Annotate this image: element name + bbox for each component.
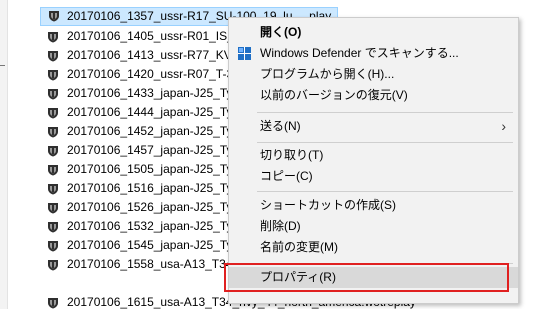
file-name: 20170106_1526_japan-J25_Type	[67, 200, 246, 214]
list-item[interactable]: 20170106_1433_japan-J25_Type	[41, 84, 252, 103]
file-name: 20170106_1558_usa-A13_T34_h	[67, 257, 246, 271]
menu-item-label: ショートカットの作成(S)	[260, 198, 396, 212]
menu-item-copy[interactable]: コピー(C)	[229, 166, 518, 187]
tree-connector	[0, 65, 5, 66]
menu-item-label: 開く(O)	[260, 25, 302, 39]
wot-replay-icon	[47, 182, 59, 195]
wot-replay-icon	[47, 68, 59, 81]
file-name: 20170106_1516_japan-J25_Type	[67, 181, 246, 195]
file-name: 20170106_1457_japan-J25_Type	[67, 143, 246, 157]
wot-replay-icon	[47, 106, 59, 119]
list-item[interactable]: 20170106_1505_japan-J25_Type	[41, 160, 252, 179]
wot-replay-icon	[47, 296, 59, 309]
wot-replay-icon	[47, 258, 59, 271]
file-name: 20170106_1532_japan-J25_Type	[67, 219, 246, 233]
menu-item-label: 切り取り(T)	[260, 148, 324, 162]
list-item[interactable]: 20170106_1532_japan-J25_Type	[41, 217, 252, 236]
menu-item-create-shortcut[interactable]: ショートカットの作成(S)	[229, 195, 518, 216]
wot-replay-icon	[47, 239, 59, 252]
left-pane-edge	[0, 0, 7, 309]
wot-replay-icon	[48, 10, 60, 22]
wot-replay-icon	[47, 144, 59, 157]
menu-item-label: プログラムから開く(H)...	[260, 67, 395, 81]
wot-replay-icon	[47, 201, 59, 214]
list-item[interactable]: 20170106_1420_ussr-R07_T-34-	[41, 65, 250, 84]
menu-item-defender-scan[interactable]: Windows Defender でスキャンする...	[229, 43, 518, 64]
file-name: 20170106_1505_japan-J25_Type	[67, 162, 246, 176]
list-item[interactable]: 20170106_1405_ussr-R01_IS_84_	[41, 27, 260, 46]
menu-item-label: 以前のバージョンの復元(V)	[260, 88, 408, 102]
list-item[interactable]: 20170106_1457_japan-J25_Type	[41, 141, 252, 160]
file-name: 20170106_1545_japan-J25_Type	[67, 238, 246, 252]
list-item[interactable]: 20170106_1516_japan-J25_Type	[41, 179, 252, 198]
menu-item-label: 削除(D)	[260, 219, 301, 233]
file-name: 20170106_1405_ussr-R01_IS_84_	[67, 29, 254, 43]
menu-separator	[257, 142, 513, 143]
file-name: 20170106_1413_ussr-R77_KV2_2	[67, 48, 252, 62]
menu-item-delete[interactable]: 削除(D)	[229, 216, 518, 237]
list-item[interactable]: 20170106_1558_usa-A13_T34_h	[41, 255, 252, 274]
file-name: 20170106_1444_japan-J25_Type	[67, 105, 246, 119]
list-item[interactable]: 20170106_1452_japan-J25_Type	[41, 122, 252, 141]
list-item[interactable]: 20170106_1545_japan-J25_Type	[41, 236, 252, 255]
file-name: 20170106_1452_japan-J25_Type	[67, 124, 246, 138]
menu-item-restore-versions[interactable]: 以前のバージョンの復元(V)	[229, 85, 518, 106]
wot-replay-icon	[47, 30, 59, 43]
menu-separator	[257, 112, 513, 113]
wot-replay-icon	[47, 125, 59, 138]
wot-replay-icon	[47, 49, 59, 62]
menu-item-label: Windows Defender でスキャンする...	[260, 46, 459, 60]
menu-item-open-with[interactable]: プログラムから開く(H)...	[229, 64, 518, 85]
menu-item-label: 送る(N)	[260, 119, 301, 133]
menu-separator	[257, 191, 513, 192]
menu-item-cut[interactable]: 切り取り(T)	[229, 145, 518, 166]
context-menu[interactable]: 開く(O) Windows Defender でスキャンする... プログラムか…	[228, 17, 519, 304]
list-item[interactable]: 20170106_1526_japan-J25_Type	[41, 198, 252, 217]
menu-item-send-to[interactable]: 送る(N) ›	[229, 116, 518, 137]
menu-item-label: 名前の変更(M)	[260, 240, 338, 254]
annotation-highlight-box	[224, 263, 509, 292]
wot-replay-icon	[47, 220, 59, 233]
list-item[interactable]: 20170106_1413_ussr-R77_KV2_2	[41, 46, 258, 65]
wot-replay-icon	[47, 87, 59, 100]
windows-defender-icon	[237, 46, 252, 61]
menu-item-rename[interactable]: 名前の変更(M)	[229, 237, 518, 258]
wot-replay-icon	[47, 163, 59, 176]
list-item[interactable]: 20170106_1444_japan-J25_Type	[41, 103, 252, 122]
file-name: 20170106_1420_ussr-R07_T-34-	[67, 67, 244, 81]
menu-item-open[interactable]: 開く(O)	[229, 22, 518, 43]
file-name: 20170106_1433_japan-J25_Type	[67, 86, 246, 100]
menu-item-label: コピー(C)	[260, 169, 313, 183]
chevron-right-icon: ›	[501, 118, 506, 134]
